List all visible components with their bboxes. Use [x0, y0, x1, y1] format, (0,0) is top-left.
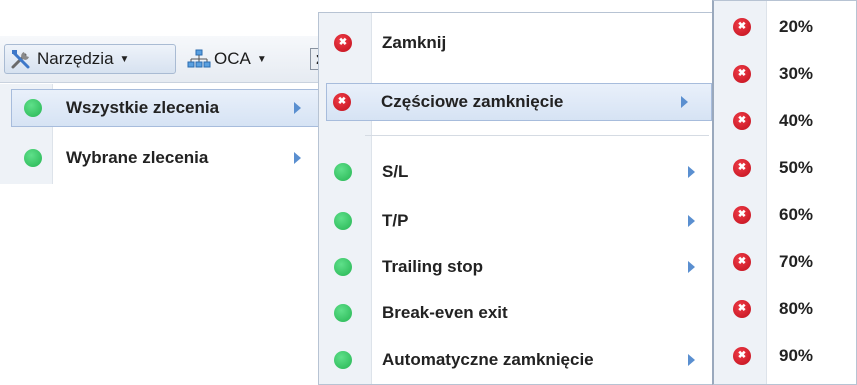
close-icon [733, 18, 751, 36]
menu-item-percent[interactable]: 40% [715, 103, 855, 139]
close-actions-menu: Zamknij Częściowe zamknięcie S/L T/P Tra… [318, 12, 714, 385]
menu-item-percent[interactable]: 70% [715, 244, 855, 280]
menu-item-label: Trailing stop [382, 257, 484, 276]
menu-item-close[interactable]: Zamknij [320, 25, 712, 61]
menu-item-label: Break-even exit [382, 303, 508, 322]
close-icon [733, 253, 751, 271]
green-status-icon [334, 163, 352, 181]
tools-icon [9, 48, 35, 70]
menu-item-percent[interactable]: 60% [715, 197, 855, 233]
menu-item-trailing-stop[interactable]: Trailing stop [320, 249, 712, 285]
tools-menu-label: Narzędzia [37, 49, 114, 68]
menu-item-partial-close[interactable]: Częściowe zamknięcie [326, 83, 712, 121]
menu-item-take-profit[interactable]: T/P [320, 203, 712, 239]
oca-menu-label: OCA [214, 49, 251, 68]
menu-separator [365, 135, 709, 136]
percent-label: 60% [779, 205, 814, 224]
green-status-icon [24, 149, 42, 167]
oca-menu-button[interactable]: OCA ▼ [184, 44, 308, 74]
close-icon [733, 65, 751, 83]
partial-close-percent-menu: 20% 30% 40% 50% 60% 70% 80% 90% [712, 0, 857, 385]
chevron-down-icon: ▼ [256, 53, 267, 65]
menu-item-percent[interactable]: 90% [715, 338, 855, 374]
submenu-arrow-icon [681, 96, 688, 108]
menu-item-percent[interactable]: 30% [715, 56, 855, 92]
menu-item-label: Automatyczne zamknięcie [382, 350, 594, 369]
close-icon [334, 34, 352, 52]
green-status-icon [24, 99, 42, 117]
toolbar: Narzędzia ▼ OCA ▼ Σ [0, 36, 330, 83]
percent-label: 30% [779, 64, 814, 83]
menu-item-percent[interactable]: 50% [715, 150, 855, 186]
submenu-arrow-icon [688, 215, 695, 227]
green-status-icon [334, 212, 352, 230]
menu-item-label: Zamknij [382, 33, 447, 52]
menu-item-percent[interactable]: 80% [715, 291, 855, 327]
close-icon [733, 300, 751, 318]
orders-menu: Wszystkie zlecenia Wybrane zlecenia [0, 84, 323, 184]
close-icon [733, 206, 751, 224]
menu-item-label: Wybrane zlecenia [66, 148, 209, 167]
green-status-icon [334, 351, 352, 369]
menu-item-all-orders[interactable]: Wszystkie zlecenia [11, 89, 323, 127]
menu-item-label: S/L [382, 162, 409, 181]
menu-item-selected-orders[interactable]: Wybrane zlecenia [12, 140, 322, 176]
green-status-icon [334, 258, 352, 276]
menu-item-percent[interactable]: 20% [715, 9, 855, 45]
chevron-down-icon: ▼ [119, 53, 130, 65]
menu-item-label: T/P [382, 211, 409, 230]
percent-label: 20% [779, 17, 814, 36]
percent-label: 70% [779, 252, 814, 271]
close-icon [333, 93, 351, 111]
percent-label: 90% [779, 346, 814, 365]
org-chart-icon [186, 48, 212, 70]
submenu-arrow-icon [294, 152, 301, 164]
menu-item-stop-loss[interactable]: S/L [320, 154, 712, 190]
submenu-arrow-icon [688, 166, 695, 178]
menu-item-label: Wszystkie zlecenia [66, 98, 220, 117]
green-status-icon [334, 304, 352, 322]
percent-label: 50% [779, 158, 814, 177]
percent-label: 80% [779, 299, 814, 318]
tools-menu-button[interactable]: Narzędzia ▼ [4, 44, 176, 74]
submenu-arrow-icon [688, 354, 695, 366]
close-icon [733, 347, 751, 365]
submenu-arrow-icon [688, 261, 695, 273]
menu-item-break-even-exit[interactable]: Break-even exit [320, 295, 712, 331]
menu-item-label: Częściowe zamknięcie [381, 92, 564, 111]
percent-label: 40% [779, 111, 814, 130]
close-icon [733, 112, 751, 130]
submenu-arrow-icon [294, 102, 301, 114]
close-icon [733, 159, 751, 177]
menu-item-auto-close[interactable]: Automatyczne zamknięcie [320, 342, 712, 378]
